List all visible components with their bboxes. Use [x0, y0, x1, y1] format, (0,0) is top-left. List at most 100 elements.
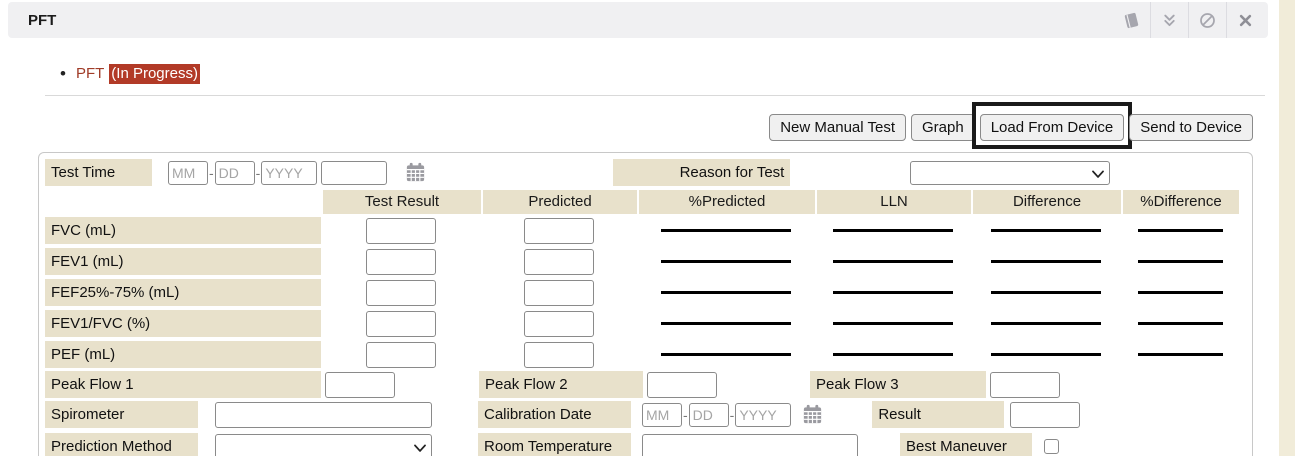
test-result-input[interactable] — [366, 280, 436, 306]
panel-header-actions — [1112, 2, 1268, 38]
date-separator: - — [256, 165, 261, 181]
new-manual-test-button[interactable]: New Manual Test — [769, 114, 906, 141]
test-time-input[interactable] — [321, 161, 387, 185]
spirometer-row: Spirometer Calibration Date - - — [45, 401, 1246, 428]
divider — [45, 95, 1265, 96]
panel-header: PFT — [8, 2, 1268, 38]
difference-empty-dash — [991, 322, 1101, 325]
predicted-input[interactable] — [524, 218, 594, 244]
metric-row: FEF25%-75% (mL) — [45, 278, 1246, 307]
result-input[interactable] — [1010, 402, 1080, 428]
peak-flow-row: Peak Flow 1 Peak Flow 2 Peak Flow 3 — [45, 371, 1246, 398]
predicted-input[interactable] — [524, 342, 594, 368]
percent-difference-empty-dash — [1138, 260, 1223, 263]
calendar-icon[interactable] — [801, 403, 824, 426]
test-result-input[interactable] — [366, 342, 436, 368]
book-icon[interactable] — [1112, 2, 1150, 38]
send-to-device-button[interactable]: Send to Device — [1129, 114, 1253, 141]
peak-flow-2-label: Peak Flow 2 — [479, 371, 643, 398]
pft-page: PFT — [0, 0, 1297, 456]
percent-difference-empty-dash — [1138, 229, 1223, 232]
date-separator: - — [209, 165, 214, 181]
metric-row: FVC (mL) — [45, 216, 1246, 245]
column-header: LLN — [817, 190, 971, 214]
room-temperature-input[interactable] — [642, 434, 858, 456]
difference-empty-dash — [991, 353, 1101, 356]
difference-empty-dash — [991, 260, 1101, 263]
calendar-icon[interactable] — [404, 161, 427, 184]
test-result-input[interactable] — [366, 218, 436, 244]
bullet-icon: • — [60, 64, 66, 84]
annotation-highlight-box: Load From Device — [972, 102, 1133, 149]
right-edge-stripe — [1279, 0, 1295, 456]
date-separator: - — [683, 407, 688, 423]
difference-empty-dash — [991, 291, 1101, 294]
calibration-date-group: - - — [642, 403, 791, 427]
lln-empty-dash — [833, 291, 953, 294]
percent-predicted-empty-dash — [661, 260, 791, 263]
reason-for-test-select-control[interactable] — [910, 161, 1110, 185]
test-date-month-input[interactable] — [168, 161, 208, 185]
test-date-group: - - — [168, 161, 317, 185]
close-icon[interactable] — [1226, 2, 1264, 38]
lln-empty-dash — [833, 260, 953, 263]
column-header: %Predicted — [639, 190, 815, 214]
percent-predicted-empty-dash — [661, 291, 791, 294]
predicted-input[interactable] — [524, 280, 594, 306]
calibration-month-input[interactable] — [642, 403, 682, 427]
column-header: Predicted — [483, 190, 637, 214]
test-time-label: Test Time — [45, 159, 152, 186]
reason-for-test-label: Reason for Test — [613, 159, 790, 186]
spirometer-input[interactable] — [215, 402, 432, 428]
percent-difference-empty-dash — [1138, 322, 1223, 325]
calibration-date-label: Calibration Date — [478, 401, 631, 428]
pft-link[interactable]: PFT — [76, 64, 104, 84]
metric-label: PEF (mL) — [45, 341, 321, 368]
predicted-input[interactable] — [524, 311, 594, 337]
page-title: PFT — [8, 12, 1112, 29]
prediction-method-select-control[interactable] — [215, 434, 432, 456]
test-date-year-input[interactable] — [261, 161, 317, 185]
percent-predicted-empty-dash — [661, 229, 791, 232]
predicted-input[interactable] — [524, 249, 594, 275]
graph-button[interactable]: Graph — [911, 114, 975, 141]
room-temperature-label: Room Temperature — [478, 433, 631, 456]
peak-flow-3-input[interactable] — [990, 372, 1060, 398]
test-result-input[interactable] — [366, 249, 436, 275]
column-header: Difference — [973, 190, 1121, 214]
test-result-input[interactable] — [366, 311, 436, 337]
column-header-row: Test Result Predicted %Predicted LLN Dif… — [45, 190, 1246, 214]
result-label: Result — [872, 401, 1004, 428]
metric-row: PEF (mL) — [45, 340, 1246, 369]
peak-flow-1-input[interactable] — [325, 372, 395, 398]
cancel-icon[interactable] — [1188, 2, 1226, 38]
prediction-row: Prediction Method Room Temperature Best … — [45, 433, 1246, 456]
status-badge: (In Progress) — [109, 64, 200, 84]
percent-difference-empty-dash — [1138, 353, 1223, 356]
reason-for-test-select[interactable] — [910, 161, 1110, 185]
best-maneuver-label: Best Maneuver — [900, 433, 1032, 456]
date-separator: - — [730, 407, 735, 423]
load-from-device-button[interactable]: Load From Device — [980, 114, 1125, 141]
calibration-year-input[interactable] — [735, 403, 791, 427]
column-header: Test Result — [323, 190, 481, 214]
test-date-day-input[interactable] — [215, 161, 255, 185]
peak-flow-2-input[interactable] — [647, 372, 717, 398]
spirometer-label: Spirometer — [45, 401, 198, 428]
metric-label: FEV1/FVC (%) — [45, 310, 321, 337]
metrics-table: FVC (mL) FEV1 (mL) FEF25%-75% (mL) — [45, 216, 1246, 369]
collapse-icon[interactable] — [1150, 2, 1188, 38]
metric-label: FEV1 (mL) — [45, 248, 321, 275]
metric-row: FEV1 (mL) — [45, 247, 1246, 276]
best-maneuver-checkbox[interactable] — [1044, 439, 1059, 454]
status-line: • PFT (In Progress) — [60, 64, 1297, 84]
prediction-method-select[interactable] — [215, 434, 432, 456]
calibration-day-input[interactable] — [689, 403, 729, 427]
difference-empty-dash — [991, 229, 1101, 232]
peak-flow-3-label: Peak Flow 3 — [810, 371, 986, 398]
lln-empty-dash — [833, 322, 953, 325]
percent-predicted-empty-dash — [661, 322, 791, 325]
test-time-row: Test Time - - Rea — [45, 159, 1246, 186]
metric-label: FEF25%-75% (mL) — [45, 279, 321, 306]
metric-label: FVC (mL) — [45, 217, 321, 244]
